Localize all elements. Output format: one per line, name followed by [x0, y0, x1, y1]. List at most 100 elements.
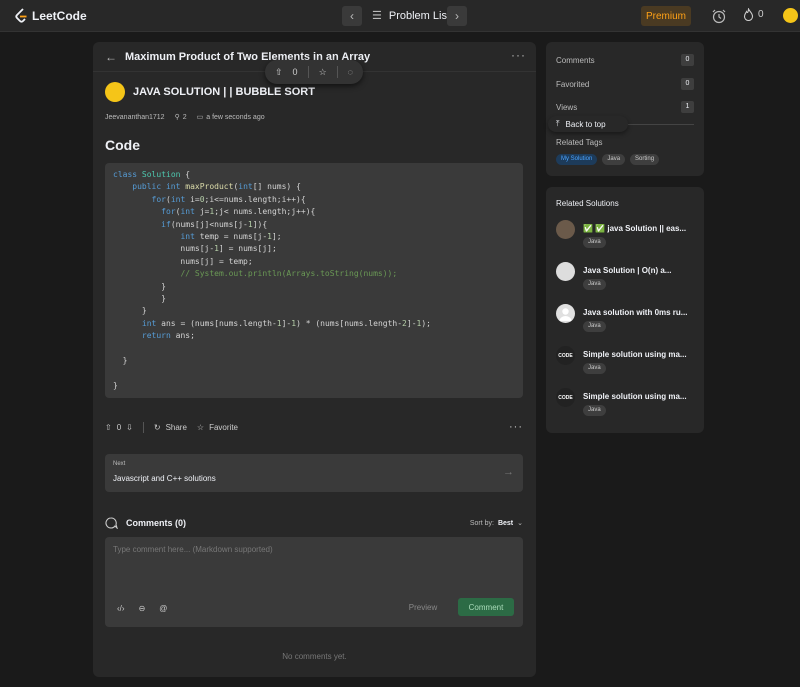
comment-input[interactable]: [113, 545, 513, 585]
related-solution-item[interactable]: Java Solution | O(n) a... Java: [556, 262, 700, 298]
posted-meta: ▭ a few seconds ago: [197, 113, 265, 122]
next-problem-button[interactable]: ›: [447, 6, 467, 26]
related-tags-title: Related Tags: [556, 138, 603, 147]
stat-comments: Comments 0: [556, 54, 694, 66]
related-solution-item[interactable]: CODE Simple solution using ma... Java: [556, 346, 700, 382]
tag-my-solution[interactable]: My Solution: [556, 154, 598, 165]
sort-label: Sort by:: [469, 519, 494, 527]
favorite-button[interactable]: ☆ Favorite: [197, 423, 238, 432]
code-avatar-icon: CODE: [556, 388, 575, 407]
tag-java[interactable]: Java: [602, 154, 626, 165]
tag-sorting[interactable]: Sorting: [630, 154, 660, 165]
comments-header: Comments (0) Sort by: Best ⌄: [105, 516, 523, 530]
related-avatar: [556, 220, 575, 239]
streak-count: 0: [758, 9, 764, 20]
link-icon[interactable]: ⊖: [139, 604, 146, 613]
favorite-label: Favorite: [209, 422, 238, 432]
fire-icon: [743, 8, 754, 21]
related-solution-title: Java solution with 0ms ru...: [583, 308, 688, 317]
comment-submit-button[interactable]: Comment: [458, 598, 514, 616]
default-user-icon: [559, 308, 572, 321]
related-solution-tag: Java: [583, 363, 606, 374]
top-navbar: LeetCode ‹ ☰ Problem List › Premium 0: [0, 0, 800, 32]
divider: [142, 421, 144, 433]
user-avatar[interactable]: [783, 8, 798, 23]
posted-time: a few seconds ago: [206, 113, 265, 121]
share-button[interactable]: ↻ Share: [154, 423, 187, 432]
stat-favorited-value: 0: [681, 78, 694, 90]
stats-panel: Comments 0 Favorited 0 Views 1 ⤒ Back to…: [546, 42, 704, 176]
next-solution-card[interactable]: Next Javascript and C++ solutions →: [105, 454, 523, 492]
divider: [336, 66, 338, 78]
alarm-clock-icon[interactable]: [711, 8, 727, 24]
comment-icon: [105, 517, 118, 529]
arrow-right-icon: →: [503, 466, 514, 478]
premium-button[interactable]: Premium: [641, 6, 691, 26]
author-name[interactable]: Jeevananthan1712: [105, 114, 165, 121]
solution-title: JAVA SOLUTION | | BUBBLE SORT: [133, 86, 315, 98]
preview-button[interactable]: Preview: [405, 598, 441, 616]
related-avatar: [556, 262, 575, 281]
code-block[interactable]: class Solution { public int maxProduct(i…: [105, 163, 523, 398]
floating-action-bar: ⇧ 0 ☆ ◌: [265, 60, 363, 84]
sort-dropdown[interactable]: Sort by: Best ⌄: [469, 519, 523, 528]
solution-meta: Jeevananthan1712 ⚲ 2 ▭ a few seconds ago: [105, 113, 265, 122]
arrow-up-icon: ⤒: [556, 119, 560, 128]
next-label: Next: [113, 461, 126, 467]
related-solution-title: Simple solution using ma...: [583, 350, 687, 359]
actions-more-icon[interactable]: ···: [509, 421, 523, 433]
no-comments-text: No comments yet.: [282, 652, 347, 661]
leetcode-logo-icon: [15, 8, 27, 23]
related-solution-item[interactable]: CODE Simple solution using ma... Java: [556, 388, 700, 424]
related-solution-item[interactable]: ✅ ✅ java Solution || eas... Java: [556, 220, 700, 256]
next-solution-title: Javascript and C++ solutions: [113, 474, 216, 483]
stat-favorited-label: Favorited: [556, 80, 590, 89]
back-to-top-label: Back to top: [565, 119, 606, 129]
back-arrow-icon[interactable]: ←: [105, 50, 117, 64]
comment-editor: ‹/› ⊖ @ Preview Comment: [105, 537, 523, 627]
chevron-down-icon: ⌄: [517, 520, 523, 527]
mention-icon[interactable]: @: [159, 604, 167, 613]
share-icon: ↻: [153, 422, 161, 432]
list-icon: ☰: [372, 10, 382, 22]
prev-problem-button[interactable]: ‹: [342, 6, 362, 26]
views-count: 2: [182, 113, 187, 121]
stat-views-value: 1: [681, 101, 694, 113]
author-avatar[interactable]: [105, 82, 125, 102]
chevron-right-icon: ›: [455, 9, 459, 23]
downvote-icon[interactable]: ⇩: [126, 423, 133, 432]
comments-title: Comments (0): [126, 518, 187, 528]
star-icon: ☆: [196, 422, 205, 432]
stat-comments-label: Comments: [556, 56, 595, 65]
eye-icon: ⚲: [174, 114, 180, 121]
related-avatar: [556, 304, 575, 323]
related-solution-tag: Java: [583, 321, 606, 332]
float-upvote-icon[interactable]: ⇧: [275, 67, 283, 78]
related-solution-title: ✅ ✅ java Solution || eas...: [583, 224, 687, 233]
related-solution-title: Simple solution using ma...: [583, 392, 687, 401]
stat-comments-value: 0: [681, 54, 694, 66]
editor-tools: ‹/› ⊖ @: [117, 604, 167, 613]
tag-list: My Solution Java Sorting: [556, 154, 660, 165]
divider: [307, 66, 309, 78]
stat-favorited: Favorited 0: [556, 78, 694, 90]
float-vote-count: 0: [292, 67, 298, 77]
related-solution-tag: Java: [583, 279, 606, 290]
sort-value: Best: [497, 519, 514, 527]
upvote-icon[interactable]: ⇧: [105, 423, 112, 432]
stat-views-label: Views: [556, 103, 578, 112]
float-comment-icon[interactable]: ◌: [348, 67, 353, 77]
float-star-icon[interactable]: ☆: [319, 67, 327, 78]
stat-views: Views 1: [556, 101, 694, 113]
related-solution-title: Java Solution | O(n) a...: [583, 266, 672, 275]
problem-list-button[interactable]: ☰ Problem List: [372, 9, 450, 23]
divider: [626, 124, 694, 125]
related-solution-tag: Java: [583, 405, 606, 416]
back-to-top-button[interactable]: ⤒ Back to top: [548, 116, 628, 132]
code-icon[interactable]: ‹/›: [117, 604, 125, 613]
more-options-icon[interactable]: ···: [511, 48, 526, 62]
streak-counter[interactable]: 0: [743, 8, 764, 21]
leetcode-logo[interactable]: LeetCode: [14, 8, 87, 24]
related-solution-item[interactable]: Java solution with 0ms ru... Java: [556, 304, 700, 340]
brand-name: LeetCode: [32, 9, 87, 23]
